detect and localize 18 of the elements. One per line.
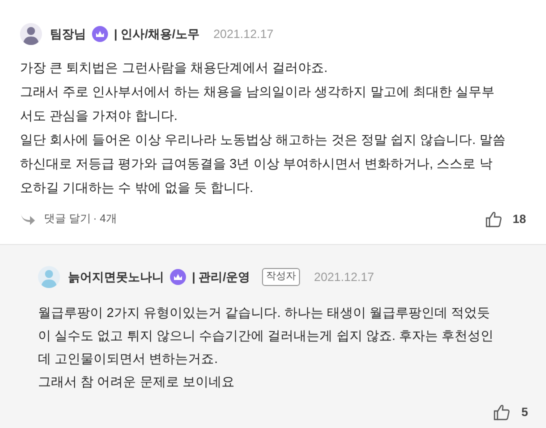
comment-date: 2021.12.17 — [314, 269, 374, 286]
comment-date: 2021.12.17 — [213, 26, 274, 43]
department-label: | 인사/채용/노무 — [114, 26, 200, 43]
avatar-icon — [20, 23, 42, 45]
reply-arrow-icon — [20, 213, 36, 225]
level-badge-icon — [92, 26, 108, 42]
like-count: 18 — [512, 211, 526, 228]
like-count: 5 — [521, 404, 528, 421]
avatar-icon — [38, 266, 60, 288]
reply-link[interactable]: 댓글 달기 — [44, 210, 92, 228]
reply-count: · 4개 — [93, 212, 117, 227]
author-name[interactable]: 팀장님 — [50, 25, 86, 43]
comment-text: 월급루팡이 2가지 유형이있는거 같습니다. 하나는 태생이 월급루팡인데 적었듯 이 실수도 없고 튀지 않으니 수습기간에 걸러내는게 쉽지 않죠. 후자는 후천성인 데 고인물이되면서 변하는거죠. 그래서 참 어려운 문제로 보이네요 — [38, 304, 495, 391]
comment-text: 가장 큰 퇴치법은 그런사람을 채용단계에서 걸러야죠. 그래서 주로 인사부서에서 하는 채용을 남의일이라 생각하지 말고에 최대한 실무부 서도 관심을 가져야 합니다. 일단 회사에 들어온 이상 우리나라 노동법상 해고하는 것은 정말 쉽지 않습니다. 말씀 하신대로 저등급 평가와 급여동결을 3년 이상 부여하시면서 변화하거나, 스스로 낙 오하길 기대하는 수 밖에 없을 듯 합니다. — [20, 59, 506, 197]
author-name[interactable]: 늙어지면못노나니 — [68, 268, 164, 286]
level-badge-icon — [170, 269, 186, 285]
department-label: | 관리/운영 — [192, 269, 250, 286]
author-badge: 작성자 — [262, 268, 300, 286]
